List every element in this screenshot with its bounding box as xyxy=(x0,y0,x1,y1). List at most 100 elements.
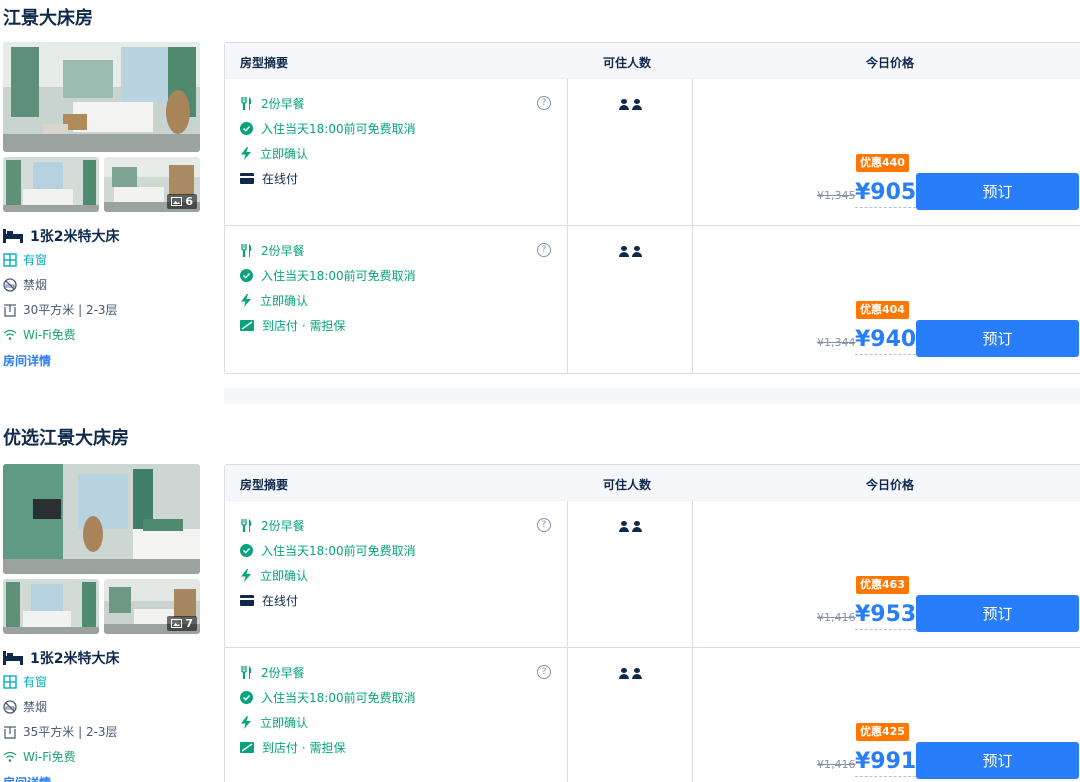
room-photo-thumb[interactable] xyxy=(3,157,99,212)
window-label: 有窗 xyxy=(23,675,48,689)
wifi-label: Wi-Fi免费 xyxy=(23,328,76,342)
help-icon[interactable]: ? xyxy=(537,96,551,110)
help-icon[interactable]: ? xyxy=(537,518,551,532)
original-price: ¥1,344 xyxy=(817,336,856,349)
feature-confirm: 立即确认 xyxy=(240,563,308,588)
feature-confirm: 立即确认 xyxy=(240,288,308,313)
rate-plan-row: 2份早餐 入住当天18:00前可免费取消 立即确认 在线付 ? 优惠440 ¥1… xyxy=(225,79,1080,226)
cancel-label: 入住当天18:00前可免费取消 xyxy=(261,269,416,283)
room-block: 优选江景大床房 7 1张2米特大床 有窗 禁烟 35平方米 | 2-3层 Wi-… xyxy=(0,404,1080,782)
feature-confirm: 立即确认 xyxy=(240,710,308,735)
payment-label: 到店付 · 需担保 xyxy=(262,319,346,333)
bed-icon xyxy=(3,229,23,243)
room-photo-main[interactable] xyxy=(3,42,200,152)
area-icon xyxy=(3,303,17,317)
person-icon xyxy=(632,521,642,532)
card-icon xyxy=(240,173,254,184)
no-smoking-icon xyxy=(3,699,17,714)
table-header: 房型摘要 可住人数 今日价格 xyxy=(225,43,1080,79)
room-detail-link[interactable]: 房间详情 xyxy=(3,347,213,369)
person-icon xyxy=(619,521,629,532)
wifi-icon xyxy=(3,329,17,341)
room-photo-thumb[interactable] xyxy=(3,579,99,634)
rate-plan-table: 房型摘要 可住人数 今日价格 2份早餐 入住当天18:00前可免费取消 立即确认… xyxy=(224,42,1080,374)
smoking-label: 禁烟 xyxy=(23,278,48,292)
person-icon xyxy=(619,246,629,257)
area-label: 30平方米 | 2-3层 xyxy=(23,303,118,317)
header-guests: 可住人数 xyxy=(603,56,652,70)
section-separator xyxy=(224,388,1080,404)
header-price: 今日价格 xyxy=(866,56,915,70)
header-guests: 可住人数 xyxy=(603,478,652,492)
discount-badge: 优惠425 xyxy=(856,723,909,741)
lightning-icon xyxy=(240,147,252,160)
bed-info: 1张2米特大床 xyxy=(3,225,213,247)
feature-cancel: 入住当天18:00前可免费取消 xyxy=(240,263,416,288)
photo-count-badge[interactable]: 7 xyxy=(167,616,197,631)
person-icon xyxy=(632,246,642,257)
help-icon[interactable]: ? xyxy=(537,243,551,257)
help-icon[interactable]: ? xyxy=(537,665,551,679)
breakfast-label: 2份早餐 xyxy=(261,244,305,258)
image-icon xyxy=(171,197,183,206)
person-icon xyxy=(619,99,629,110)
lightning-icon xyxy=(240,716,252,729)
feature-breakfast: 2份早餐 xyxy=(240,91,305,116)
room-info: 1张2米特大床 有窗 禁烟 30平方米 | 2-3层 Wi-Fi免费 房间详情 xyxy=(3,225,213,369)
window-icon xyxy=(3,674,17,689)
photo-count: 6 xyxy=(185,195,193,208)
guest-capacity xyxy=(619,668,642,679)
feature-payment: 在线付 xyxy=(240,166,298,191)
room-photo-thumb[interactable]: 7 xyxy=(104,579,200,634)
room-gallery[interactable]: 6 xyxy=(3,42,200,212)
rate-plan-row: 2份早餐 入住当天18:00前可免费取消 立即确认 到店付 · 需担保 ? 优惠… xyxy=(225,648,1080,782)
pay-at-hotel-icon xyxy=(240,742,254,753)
rate-plan-row: 2份早餐 入住当天18:00前可免费取消 立即确认 在线付 ? 优惠463 ¥1… xyxy=(225,501,1080,648)
breakfast-label: 2份早餐 xyxy=(261,666,305,680)
area-label: 35平方米 | 2-3层 xyxy=(23,725,118,739)
current-price[interactable]: ¥991 xyxy=(855,748,917,777)
check-circle-icon xyxy=(240,691,253,704)
room-photo-thumb[interactable]: 6 xyxy=(104,157,200,212)
current-price[interactable]: ¥940 xyxy=(855,326,917,355)
feature-cancel: 入住当天18:00前可免费取消 xyxy=(240,685,416,710)
rate-plan-row: 2份早餐 入住当天18:00前可免费取消 立即确认 到店付 · 需担保 ? 优惠… xyxy=(225,226,1080,373)
bed-info: 1张2米特大床 xyxy=(3,647,213,669)
original-price: ¥1,345 xyxy=(817,189,856,202)
check-circle-icon xyxy=(240,544,253,557)
facility-area: 35平方米 | 2-3层 xyxy=(3,719,213,744)
guest-capacity xyxy=(619,521,642,532)
book-button[interactable]: 预订 xyxy=(916,173,1079,210)
room-photo-main[interactable] xyxy=(3,464,200,574)
header-summary: 房型摘要 xyxy=(240,478,289,492)
room-gallery[interactable]: 7 xyxy=(3,464,200,634)
table-header: 房型摘要 可住人数 今日价格 xyxy=(225,465,1080,501)
payment-label: 在线付 xyxy=(262,172,299,186)
header-price: 今日价格 xyxy=(866,478,915,492)
photo-count-badge[interactable]: 6 xyxy=(167,194,197,209)
photo-count: 7 xyxy=(185,617,193,630)
bed-icon xyxy=(3,651,23,665)
utensils-icon xyxy=(240,666,253,679)
current-price[interactable]: ¥953 xyxy=(855,601,917,630)
book-button[interactable]: 预订 xyxy=(916,742,1079,779)
breakfast-label: 2份早餐 xyxy=(261,97,305,111)
book-button[interactable]: 预订 xyxy=(916,320,1079,357)
current-price[interactable]: ¥905 xyxy=(855,179,917,208)
bed-label: 1张2米特大床 xyxy=(30,651,120,667)
room-info: 1张2米特大床 有窗 禁烟 35平方米 | 2-3层 Wi-Fi免费 xyxy=(3,647,213,782)
room-detail-link[interactable]: 房间详情 xyxy=(3,769,213,782)
utensils-icon xyxy=(240,244,253,257)
header-summary: 房型摘要 xyxy=(240,56,289,70)
confirm-label: 立即确认 xyxy=(260,294,309,308)
facility-window: 有窗 xyxy=(3,247,213,272)
wifi-icon xyxy=(3,751,17,763)
book-button[interactable]: 预订 xyxy=(916,595,1079,632)
rate-plan-table: 房型摘要 可住人数 今日价格 2份早餐 入住当天18:00前可免费取消 立即确认… xyxy=(224,464,1080,782)
no-smoking-icon xyxy=(3,277,17,292)
smoking-label: 禁烟 xyxy=(23,700,48,714)
feature-payment: 到店付 · 需担保 xyxy=(240,313,345,338)
window-label: 有窗 xyxy=(23,253,48,267)
confirm-label: 立即确认 xyxy=(260,569,309,583)
feature-confirm: 立即确认 xyxy=(240,141,308,166)
